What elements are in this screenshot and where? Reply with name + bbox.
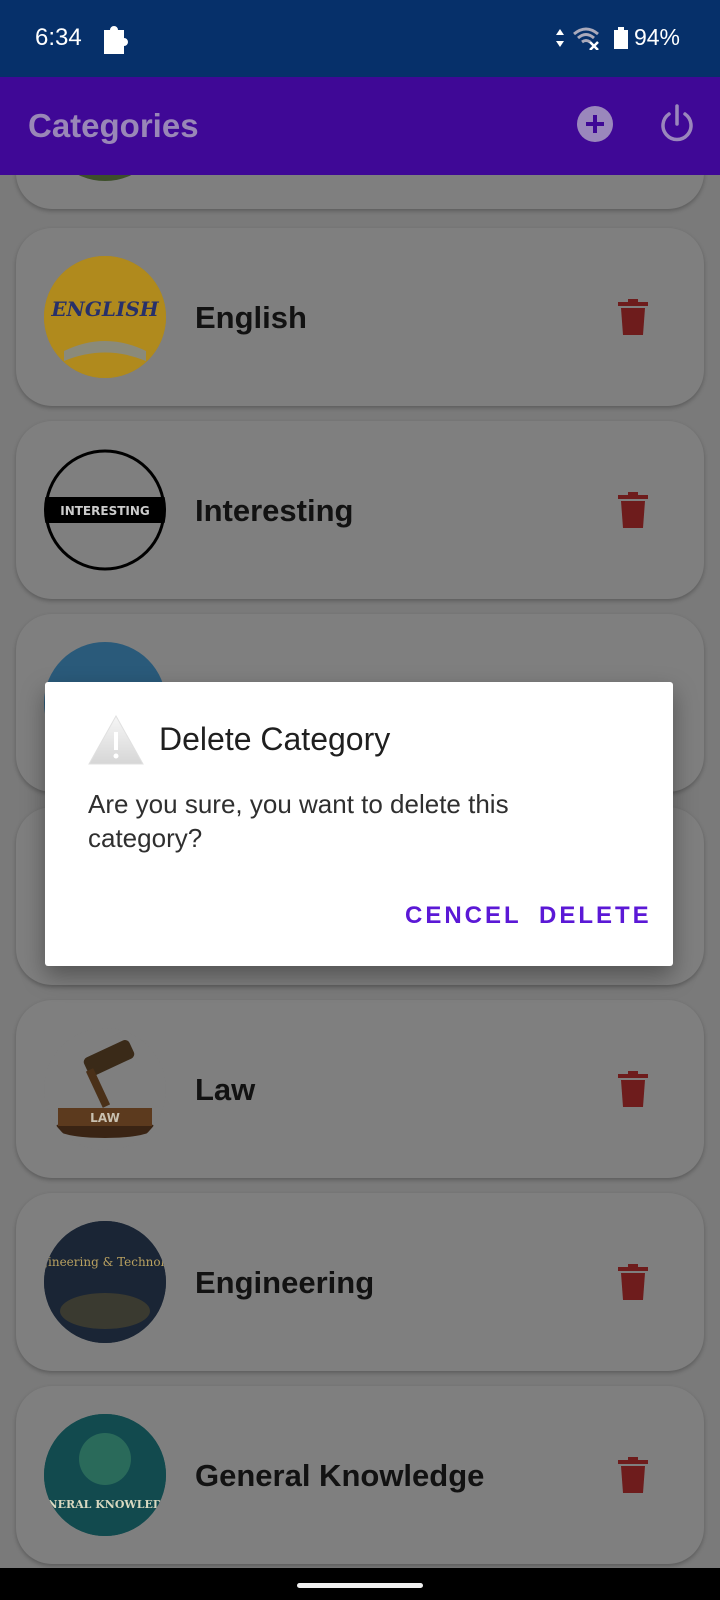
battery-percent: 94% bbox=[633, 24, 680, 50]
signal-icon bbox=[555, 28, 564, 47]
app-bar: Categories bbox=[0, 77, 720, 175]
status-right: 94% bbox=[554, 24, 680, 51]
dialog-message: Are you sure, you want to delete this ca… bbox=[88, 789, 509, 853]
battery-icon bbox=[613, 26, 628, 49]
dialog-title: Delete Category bbox=[159, 721, 391, 757]
add-circle-icon[interactable] bbox=[576, 105, 614, 143]
warning-icon bbox=[88, 714, 144, 765]
cancel-button[interactable]: CENCEL bbox=[405, 902, 522, 930]
power-icon[interactable] bbox=[658, 104, 696, 144]
delete-button[interactable]: DELETE bbox=[539, 902, 652, 930]
delete-dialog: Delete Category Are you sure, you want t… bbox=[45, 682, 673, 966]
status-bar: 6:34 94% bbox=[0, 0, 720, 77]
navigation-bar bbox=[0, 1568, 720, 1600]
app-title: Categories bbox=[28, 107, 199, 144]
puzzle-icon bbox=[104, 26, 128, 54]
status-time: 6:34 bbox=[35, 24, 82, 51]
wifi-off-icon bbox=[572, 27, 599, 50]
home-handle[interactable] bbox=[297, 1583, 423, 1588]
